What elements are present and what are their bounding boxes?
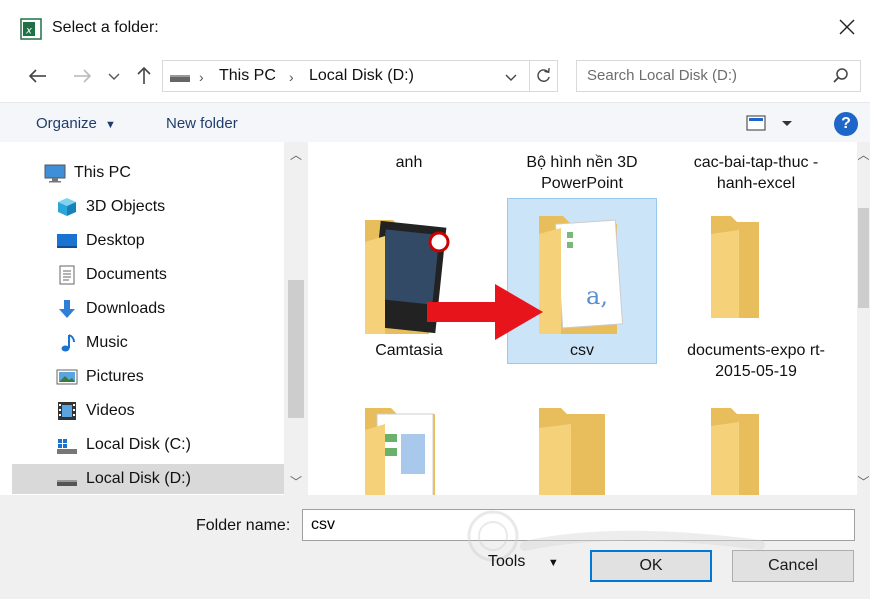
command-bar: Organize ▼ New folder ? xyxy=(0,102,870,142)
tree-item-local-disk-c[interactable]: Local Disk (C:) xyxy=(0,430,280,460)
tree-item-downloads[interactable]: Downloads xyxy=(0,294,280,324)
cancel-button[interactable]: Cancel xyxy=(732,550,854,582)
tree-label: Local Disk (C:) xyxy=(86,436,191,453)
tools-chevron-down-icon: ▼ xyxy=(547,557,559,569)
breadcrumb-this-pc[interactable]: This PC xyxy=(219,67,276,85)
drive-icon xyxy=(170,75,190,82)
close-icon[interactable] xyxy=(832,12,862,42)
tree-label: Pictures xyxy=(86,368,144,385)
up-arrow-icon[interactable] xyxy=(132,64,156,88)
tree-item-videos[interactable]: Videos xyxy=(0,396,280,426)
scroll-down-icon[interactable]: ﹀ xyxy=(284,471,308,493)
navigation-pane: This PC 3D Objects Desktop Documents Dow… xyxy=(0,142,308,495)
scrollbar-thumb[interactable] xyxy=(288,280,304,418)
red-arrow-annotation-icon xyxy=(427,284,543,340)
excel-folder-icon[interactable] xyxy=(361,404,441,495)
address-bar[interactable]: › This PC › Local Disk (D:) xyxy=(162,60,530,92)
download-arrow-icon xyxy=(59,300,75,318)
tree-item-music[interactable]: Music xyxy=(0,328,280,358)
dialog-footer: Folder name: Tools ▼ OK Cancel xyxy=(0,495,870,599)
drive-icon xyxy=(57,480,77,486)
scroll-up-icon[interactable]: ︿ xyxy=(284,144,308,166)
tree-label: Documents xyxy=(86,266,167,283)
folder-icon[interactable] xyxy=(709,404,761,495)
organize-chevron-down-icon: ▼ xyxy=(105,119,116,131)
folder-label-anh[interactable]: anh xyxy=(334,152,484,173)
address-chevron-down-icon[interactable] xyxy=(503,67,519,87)
tree-label: Videos xyxy=(86,402,135,419)
tree-item-local-disk-d[interactable]: Local Disk (D:) xyxy=(12,464,284,494)
folder-label-camtasia[interactable]: Camtasia xyxy=(334,340,484,361)
search-icon[interactable] xyxy=(832,67,850,85)
folder-name-label: Folder name: xyxy=(196,517,291,534)
folder-icon[interactable] xyxy=(537,404,609,495)
content-scrollbar[interactable]: ︿ ﹀ xyxy=(857,142,870,495)
new-folder-button[interactable]: New folder xyxy=(166,115,238,132)
ok-button[interactable]: OK xyxy=(590,550,712,582)
breadcrumb-separator: › xyxy=(199,69,204,85)
drive-windows-icon xyxy=(57,439,77,454)
recent-chevron-down-icon[interactable] xyxy=(106,64,122,88)
tree-item-documents[interactable]: Documents xyxy=(0,260,280,290)
help-icon[interactable]: ? xyxy=(834,112,858,136)
picture-icon xyxy=(56,369,78,385)
music-note-icon xyxy=(61,334,75,352)
tools-label: Tools xyxy=(488,553,526,570)
tree-label: Downloads xyxy=(86,300,166,317)
organize-label: Organize xyxy=(36,115,97,132)
folder-label-documents-export[interactable]: documents-expo rt-2015-05-19 xyxy=(681,340,831,382)
folder-label-cac-bai-tap[interactable]: cac-bai-tap-thuc -hanh-excel xyxy=(681,152,831,194)
tree-item-3d-objects[interactable]: 3D Objects xyxy=(0,192,280,222)
tools-button[interactable]: Tools ▼ xyxy=(488,553,578,581)
organize-button[interactable]: Organize ▼ xyxy=(36,115,116,132)
cube-icon xyxy=(58,198,76,216)
navigation-scrollbar[interactable]: ︿ ﹀ xyxy=(284,142,308,495)
folder-view: anh Bộ hình nền 3D PowerPoint cac-bai-ta… xyxy=(309,142,857,495)
monitor-icon xyxy=(44,164,66,183)
folder-label-bo-hinh-nen[interactable]: Bộ hình nền 3D PowerPoint xyxy=(507,152,657,194)
tree-label: Local Disk (D:) xyxy=(86,470,191,487)
change-view-icon[interactable] xyxy=(746,113,798,133)
scrollbar-thumb[interactable] xyxy=(858,208,869,308)
search-box[interactable]: Search Local Disk (D:) xyxy=(576,60,861,92)
excel-app-icon: x xyxy=(20,18,42,40)
document-icon xyxy=(59,265,75,285)
svg-text:x: x xyxy=(25,26,32,37)
tree-label: This PC xyxy=(74,164,131,181)
tree-label: 3D Objects xyxy=(86,198,166,215)
folder-label-csv[interactable]: csv xyxy=(507,340,657,361)
scroll-down-icon[interactable]: ﹀ xyxy=(857,471,870,493)
film-icon xyxy=(58,402,76,420)
title-bar: x Select a folder: xyxy=(0,0,870,56)
svg-text:a,: a, xyxy=(586,282,608,310)
tree-item-desktop[interactable]: Desktop xyxy=(0,226,280,256)
tree-item-pictures[interactable]: Pictures xyxy=(0,362,280,392)
tree-label: Desktop xyxy=(86,232,145,249)
breadcrumb-local-disk-d[interactable]: Local Disk (D:) xyxy=(309,67,414,85)
search-placeholder[interactable]: Search Local Disk (D:) xyxy=(587,67,737,84)
refresh-icon[interactable] xyxy=(530,60,558,92)
breadcrumb-separator: › xyxy=(289,69,294,85)
forward-arrow-icon[interactable] xyxy=(70,64,94,88)
csv-folder-icon[interactable]: a, xyxy=(537,212,633,336)
tree-label: Music xyxy=(86,334,128,351)
documents-export-folder-icon[interactable] xyxy=(709,212,761,322)
desktop-icon xyxy=(57,234,77,248)
tree-item-this-pc[interactable]: This PC xyxy=(0,158,280,188)
scroll-up-icon[interactable]: ︿ xyxy=(857,144,870,166)
back-arrow-icon[interactable] xyxy=(26,64,50,88)
window-title: Select a folder: xyxy=(52,19,159,36)
